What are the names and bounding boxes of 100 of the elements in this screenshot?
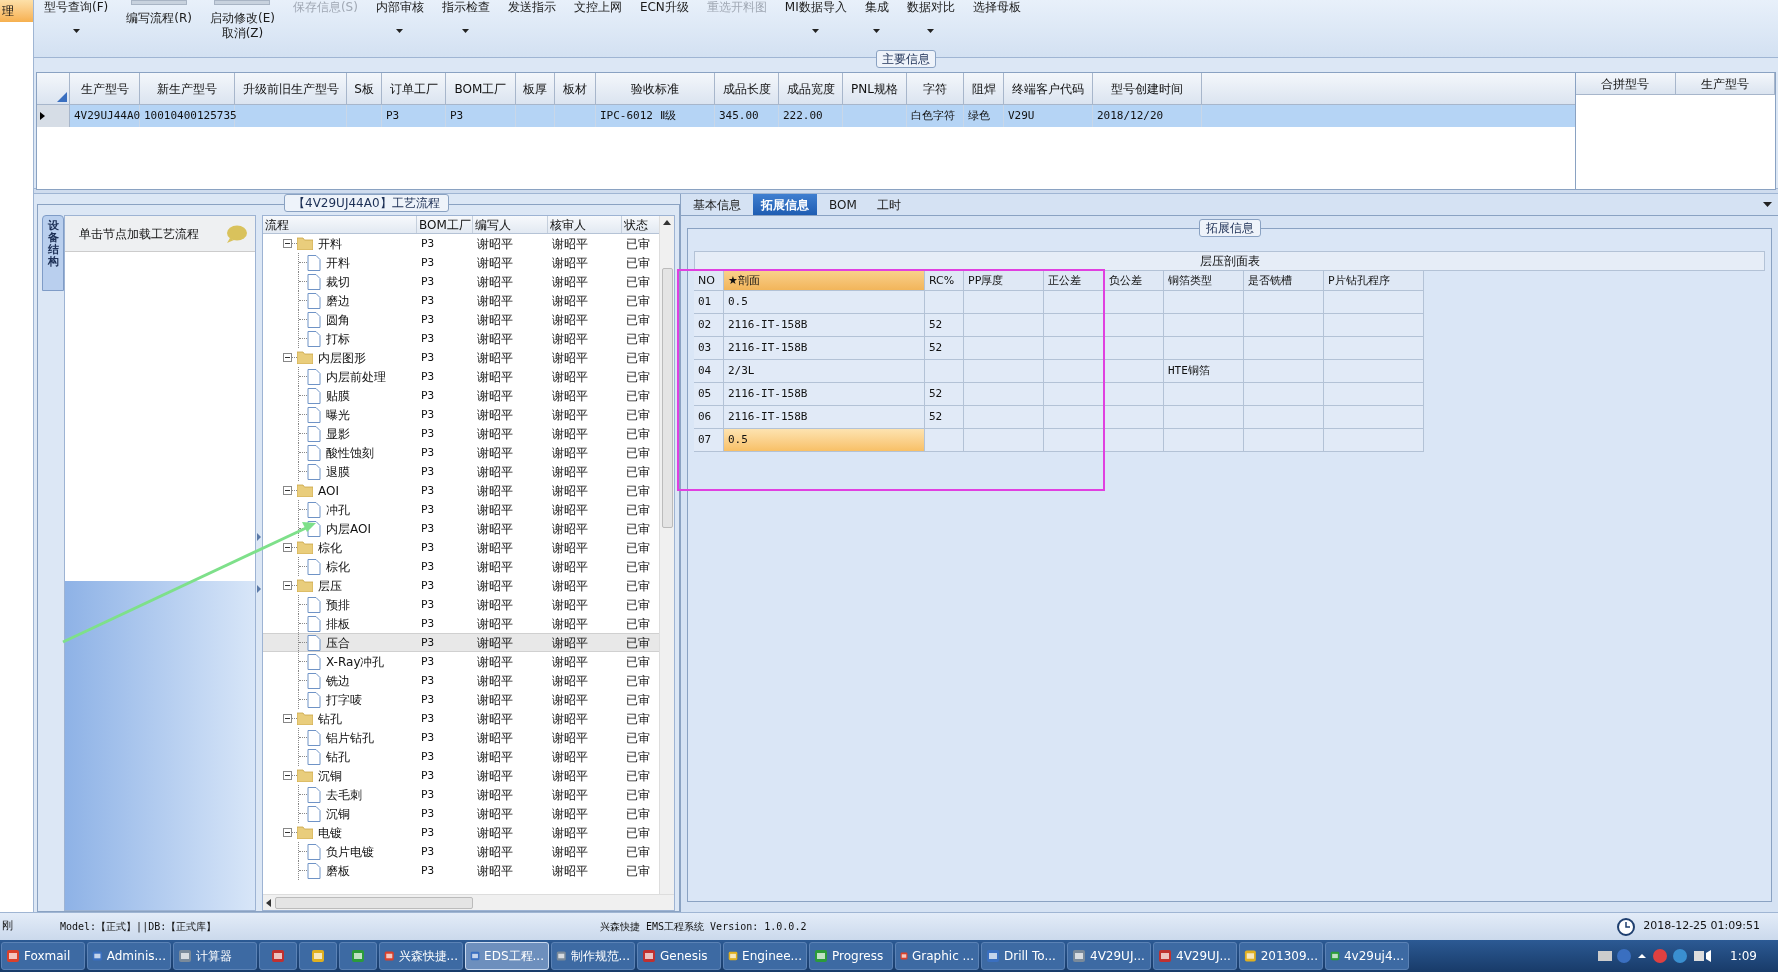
tree-row[interactable]: 曝光 P3 谢昭平 谢昭平 已审 [263, 405, 659, 424]
tree-row[interactable]: 铣边 P3 谢昭平 谢昭平 已审 [263, 671, 659, 690]
taskbar-button[interactable]: 4V29UJ... [1153, 942, 1237, 970]
tree-row[interactable]: 负片电镀 P3 谢昭平 谢昭平 已审 [263, 842, 659, 861]
collapse-icon[interactable] [283, 714, 292, 723]
tree-row[interactable]: 去毛刺 P3 谢昭平 谢昭平 已审 [263, 785, 659, 804]
column-header[interactable]: RC% [925, 271, 964, 291]
tree-row[interactable]: 开料 P3 谢昭平 谢昭平 已审 [263, 253, 659, 272]
tree-row[interactable]: 沉铜 P3 谢昭平 谢昭平 已审 [263, 766, 659, 785]
toolbar-button[interactable]: MI数据导入 [782, 0, 849, 33]
column-header[interactable]: BOM工厂 [446, 73, 516, 105]
column-header[interactable]: 阻焊 [964, 73, 1004, 105]
splitter-handle-icon[interactable] [257, 533, 261, 593]
column-header[interactable]: 正公差 [1044, 271, 1105, 291]
tree-row[interactable]: 压合 P3 谢昭平 谢昭平 已审 [263, 633, 659, 652]
table-cell[interactable]: 2116-IT-158B [724, 406, 925, 429]
table-cell[interactable]: 0.5 [724, 429, 925, 452]
column-header[interactable]: 订单工厂 [382, 73, 446, 105]
taskbar-button[interactable]: 4v29uj4... [1325, 942, 1409, 970]
taskbar-button[interactable]: 计算器 [173, 942, 257, 970]
table-cell[interactable]: 2116-IT-158B [724, 383, 925, 406]
collapse-icon[interactable] [283, 353, 292, 362]
tab[interactable]: 工时 [868, 194, 909, 215]
table-cell[interactable]: 0.5 [724, 291, 925, 314]
scroll-thumb[interactable] [275, 896, 473, 909]
taskbar-button[interactable]: Adminis... [87, 942, 171, 970]
collapse-icon[interactable] [283, 828, 292, 837]
taskbar-button[interactable]: Foxmail [1, 942, 85, 970]
collapse-icon[interactable] [283, 239, 292, 248]
scroll-thumb[interactable] [661, 268, 673, 528]
horizontal-scrollbar[interactable] [263, 894, 674, 910]
column-header[interactable]: 流程 [263, 216, 417, 233]
column-header[interactable]: 核审人 [548, 216, 622, 233]
column-header[interactable]: NO [694, 271, 724, 291]
column-header[interactable]: 生产型号 [70, 73, 140, 105]
toolbar-button[interactable]: 内部审核 [373, 0, 426, 33]
tree-row[interactable]: X-Ray冲孔 P3 谢昭平 谢昭平 已审 [263, 652, 659, 671]
column-header[interactable]: 合拼型号 [1576, 73, 1676, 95]
taskbar-button[interactable] [339, 942, 377, 970]
toolbar-button[interactable]: 文控上网 [571, 0, 624, 15]
column-header[interactable]: 生产型号 [1675, 73, 1775, 95]
toolbar-button[interactable]: 型号查询(F) [42, 0, 111, 33]
tree-row[interactable]: 预排 P3 谢昭平 谢昭平 已审 [263, 595, 659, 614]
column-header[interactable]: 是否铣槽 [1244, 271, 1324, 291]
tree-row[interactable]: 层压 P3 谢昭平 谢昭平 已审 [263, 576, 659, 595]
taskbar-button[interactable]: Drill To... [981, 942, 1065, 970]
tree-row[interactable]: 铝片钻孔 P3 谢昭平 谢昭平 已审 [263, 728, 659, 747]
tree-row[interactable]: 棕化 P3 谢昭平 谢昭平 已审 [263, 538, 659, 557]
column-header[interactable]: 成品宽度 [779, 73, 843, 105]
scroll-left-icon[interactable] [265, 898, 271, 907]
tree-row[interactable]: 裁切 P3 谢昭平 谢昭平 已审 [263, 272, 659, 291]
toolbar-button[interactable]: 编写流程(R) [124, 11, 194, 26]
taskbar-button[interactable]: Progress [809, 942, 893, 970]
column-header[interactable]: BOM工厂 [417, 216, 473, 233]
column-header[interactable]: 终端客户代码 [1004, 73, 1093, 105]
taskbar-button[interactable] [299, 942, 337, 970]
tree-row[interactable]: 开料 P3 谢昭平 谢昭平 已审 [263, 234, 659, 253]
toolbar-button[interactable]: 选择母板 [970, 0, 1023, 15]
taskbar-button[interactable] [259, 942, 297, 970]
tab[interactable]: 基本信息 [685, 194, 749, 215]
toolbar-button[interactable]: 启动修改(E) [207, 11, 277, 26]
taskbar-button[interactable]: Enginee... [723, 942, 807, 970]
tree-row[interactable]: 打字唛 P3 谢昭平 谢昭平 已审 [263, 690, 659, 709]
tree-row[interactable]: 酸性蚀刻 P3 谢昭平 谢昭平 已审 [263, 443, 659, 462]
collapse-icon[interactable] [283, 581, 292, 590]
tree-row[interactable]: 内层前处理 P3 谢昭平 谢昭平 已审 [263, 367, 659, 386]
tree-row[interactable]: 显影 P3 谢昭平 谢昭平 已审 [263, 424, 659, 443]
column-header[interactable]: 升级前旧生产型号 [235, 73, 347, 105]
column-header[interactable]: 新生产型号 [140, 73, 235, 105]
column-header[interactable]: PP厚度 [964, 271, 1044, 291]
column-header[interactable]: S板 [347, 73, 382, 105]
column-header[interactable]: P片钻孔程序 [1324, 271, 1424, 291]
tree-row[interactable]: 打标 P3 谢昭平 谢昭平 已审 [263, 329, 659, 348]
taskbar-button[interactable]: Genesis [637, 942, 721, 970]
column-header[interactable]: 板材 [555, 73, 596, 105]
collapse-icon[interactable] [283, 771, 292, 780]
tree-row[interactable]: 沉铜 P3 谢昭平 谢昭平 已审 [263, 804, 659, 823]
tree-row[interactable]: AOI P3 谢昭平 谢昭平 已审 [263, 481, 659, 500]
collapse-icon[interactable] [283, 486, 292, 495]
vertical-scrollbar[interactable] [659, 216, 674, 894]
collapse-icon[interactable] [283, 543, 292, 552]
toolbar-button[interactable]: 发送指示 [505, 0, 558, 15]
tree-row[interactable]: 钻孔 P3 谢昭平 谢昭平 已审 [263, 709, 659, 728]
tree-row[interactable]: 电镀 P3 谢昭平 谢昭平 已审 [263, 823, 659, 842]
table-cell[interactable]: 2116-IT-158B [724, 314, 925, 337]
tree-row[interactable]: 钻孔 P3 谢昭平 谢昭平 已审 [263, 747, 659, 766]
taskbar-button[interactable]: 201309... [1239, 942, 1323, 970]
column-header[interactable]: ★剖面 [724, 271, 925, 291]
sidebar-item[interactable]: 理 [0, 0, 33, 22]
tree-row[interactable]: 圆角 P3 谢昭平 谢昭平 已审 [263, 310, 659, 329]
toolbar-button[interactable]: 取消(Z) [221, 26, 264, 41]
taskbar-button[interactable]: Graphic ... [895, 942, 979, 970]
dropdown-icon[interactable] [1763, 202, 1772, 207]
column-header[interactable]: 编写人 [473, 216, 548, 233]
tab[interactable]: BOM [821, 194, 865, 215]
column-header[interactable]: 板厚 [516, 73, 555, 105]
tree-row[interactable]: 磨板 P3 谢昭平 谢昭平 已审 [263, 861, 659, 880]
column-header[interactable]: 成品长度 [715, 73, 779, 105]
tree-row[interactable]: 棕化 P3 谢昭平 谢昭平 已审 [263, 557, 659, 576]
tree-row[interactable]: 退膜 P3 谢昭平 谢昭平 已审 [263, 462, 659, 481]
